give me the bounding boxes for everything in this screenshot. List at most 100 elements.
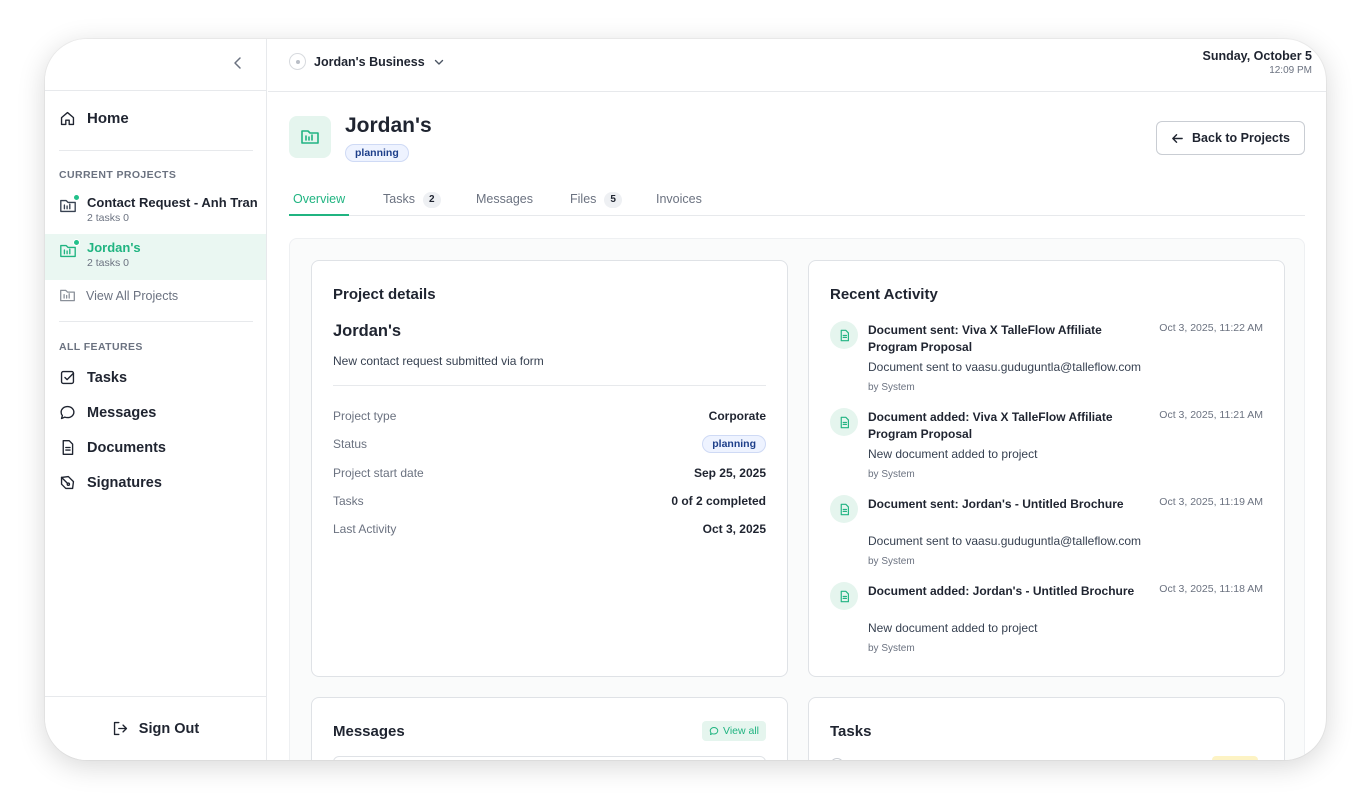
detail-label: Project type <box>333 409 397 423</box>
detail-label: Tasks <box>333 494 364 508</box>
activity-item: Document sent: Viva X TalleFlow Affiliat… <box>830 321 1263 401</box>
detail-row-type: Project type Corporate <box>333 409 766 423</box>
sidebar-header <box>45 39 266 91</box>
tab-overview[interactable]: Overview <box>289 188 350 216</box>
status-badge: planning <box>702 435 766 453</box>
tab-messages[interactable]: Messages <box>476 188 533 216</box>
activity-item: Document added: Jordan's - Untitled Broc… <box>830 582 1263 662</box>
sidebar-item-label: Documents <box>87 439 166 456</box>
project-header-icon <box>289 116 331 158</box>
detail-value: 0 of 2 completed <box>671 494 766 508</box>
activity-time: Oct 3, 2025, 11:19 AM <box>1159 496 1263 508</box>
divider <box>59 321 253 322</box>
chat-bubble-icon <box>709 727 719 735</box>
view-all-messages-button[interactable]: View all <box>702 721 766 741</box>
signature-pen-icon <box>60 475 75 490</box>
activity-time: Oct 3, 2025, 11:18 AM <box>1159 583 1263 595</box>
view-all-projects-link[interactable]: View All Projects <box>59 287 178 304</box>
page-title: Jordan's <box>345 114 432 137</box>
sidebar-item-tasks[interactable]: Tasks <box>59 369 127 386</box>
task-priority-badge <box>1212 756 1258 760</box>
overview-panel: Project details Jordan's New contact req… <box>289 238 1305 760</box>
project-meta: 2 tasks 0 <box>87 257 130 269</box>
activity-author: by System <box>868 382 915 393</box>
activity-description: New document added to project <box>868 621 1038 635</box>
activity-author: by System <box>868 643 915 654</box>
activity-title: Document added: Jordan's - Untitled Broc… <box>868 584 1135 598</box>
back-to-projects-button[interactable]: Back to Projects <box>1156 121 1305 155</box>
sidebar-item-documents[interactable]: Documents <box>59 439 166 456</box>
tab-label: Files <box>570 192 597 206</box>
messages-card: Messages View all <box>311 697 788 760</box>
document-icon <box>62 440 74 455</box>
detail-label: Last Activity <box>333 522 397 536</box>
task-checkbox[interactable] <box>830 758 844 760</box>
activity-title: Document added: Viva X TalleFlow Affilia… <box>868 410 1113 441</box>
tab-files[interactable]: Files 5 <box>570 188 622 216</box>
project-name: Contact Request - Anh Tran <box>87 195 258 210</box>
activity-item: Document sent: Jordan's - Untitled Broch… <box>830 495 1263 575</box>
status-dot <box>73 239 80 246</box>
document-icon <box>830 582 858 610</box>
project-meta: 2 tasks 0 <box>87 212 130 224</box>
activity-title: Document sent: Jordan's - Untitled Broch… <box>868 497 1124 511</box>
business-avatar <box>289 53 306 70</box>
card-heading: Recent Activity <box>830 286 938 303</box>
tab-label: Tasks <box>383 192 415 206</box>
card-heading: Messages <box>333 723 405 740</box>
document-icon <box>830 408 858 436</box>
sidebar-item-signatures[interactable]: Signatures <box>59 474 162 491</box>
tab-tasks[interactable]: Tasks 2 <box>383 188 441 216</box>
project-name: Jordan's <box>333 322 402 340</box>
back-to-projects-label: Back to Projects <box>1192 131 1290 145</box>
detail-label: Status <box>333 437 368 451</box>
tab-count-badge: 5 <box>604 192 622 208</box>
sidebar-project-contact-request[interactable]: Contact Request - Anh Tran 2 tasks 0 <box>45 189 266 235</box>
activity-author: by System <box>868 556 915 567</box>
sign-out-icon <box>113 721 127 736</box>
activity-description: Document sent to vaasu.guduguntla@tallef… <box>868 534 1142 548</box>
tasks-card: Tasks <box>808 697 1285 760</box>
tab-bar: Overview Tasks 2 Messages Files 5 Invoic… <box>289 188 1305 216</box>
sign-out-label: Sign Out <box>138 720 200 737</box>
detail-row-last-activity: Last Activity Oct 3, 2025 <box>333 522 766 536</box>
activity-time: Oct 3, 2025, 11:22 AM <box>1159 322 1263 334</box>
chevron-down-icon <box>434 59 443 65</box>
tab-count-badge: 2 <box>422 192 441 208</box>
app-window: Home CURRENT PROJECTS Contact Request - … <box>45 39 1326 760</box>
business-name: Jordan's Business <box>314 54 425 69</box>
folder-icon <box>60 289 75 302</box>
tab-label: Messages <box>476 192 533 206</box>
divider <box>333 385 766 386</box>
activity-description: Document sent to vaasu.guduguntla@tallef… <box>868 360 1142 374</box>
card-heading: Project details <box>333 286 436 303</box>
divider <box>59 150 253 151</box>
sidebar-item-label: Messages <box>87 404 157 421</box>
sidebar-project-jordans[interactable]: Jordan's 2 tasks 0 <box>45 234 266 280</box>
business-switcher[interactable]: Jordan's Business <box>289 53 445 70</box>
activity-time: Oct 3, 2025, 11:21 AM <box>1159 409 1263 421</box>
checkbox-icon <box>60 370 75 385</box>
arrow-left-icon <box>1172 133 1183 143</box>
detail-row-tasks: Tasks 0 of 2 completed <box>333 494 766 508</box>
sidebar-item-messages[interactable]: Messages <box>59 404 156 421</box>
nav-home-label: Home <box>87 110 129 127</box>
activity-author: by System <box>868 469 915 480</box>
tab-label: Invoices <box>656 192 702 206</box>
sidebar-item-label: Tasks <box>87 369 128 386</box>
nav-home[interactable]: Home <box>59 110 129 127</box>
message-preview-box[interactable] <box>333 756 766 760</box>
activity-item: Document added: Viva X TalleFlow Affilia… <box>830 408 1263 488</box>
main-content: Jordan's planning Back to Projects Overv… <box>268 92 1326 760</box>
chevron-left-icon[interactable] <box>230 55 246 71</box>
view-all-label: View all <box>723 725 759 737</box>
project-details-card: Project details Jordan's New contact req… <box>311 260 788 677</box>
status-dot <box>73 194 80 201</box>
project-folder-icon <box>59 194 80 215</box>
tab-label: Overview <box>293 192 346 206</box>
detail-row-start-date: Project start date Sep 25, 2025 <box>333 466 766 480</box>
tab-invoices[interactable]: Invoices <box>656 188 702 216</box>
document-icon <box>830 495 858 523</box>
sign-out-button[interactable]: Sign Out <box>45 696 266 760</box>
sidebar-item-label: Signatures <box>87 474 162 491</box>
